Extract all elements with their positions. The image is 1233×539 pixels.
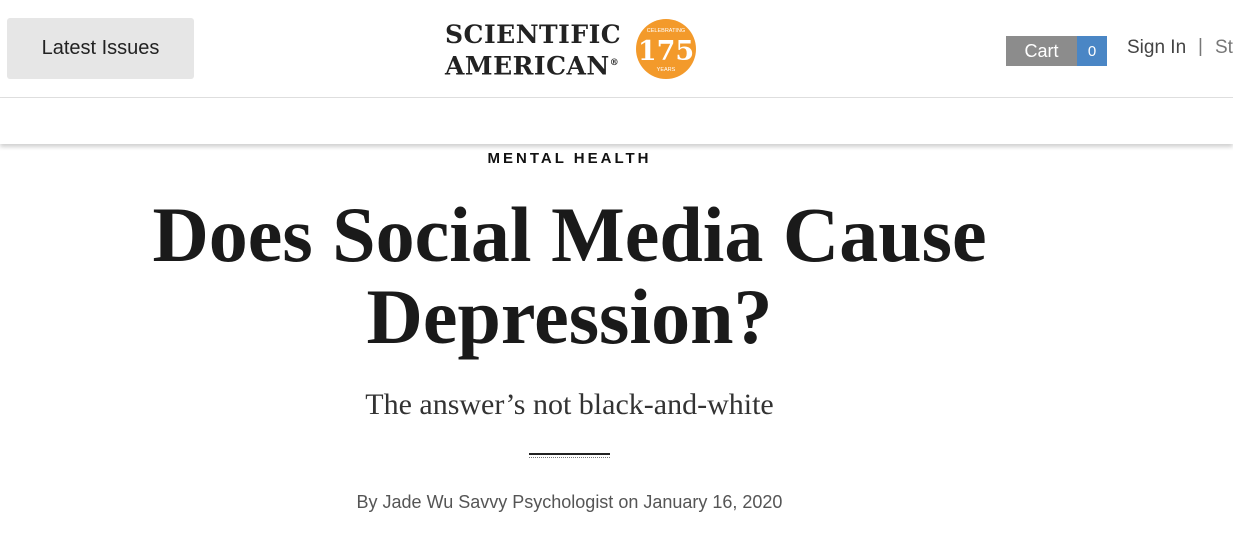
site-header: Latest Issues SCIENTIFIC AMERICAN® CELEB… — [0, 0, 1233, 98]
logo-wordmark: SCIENTIFIC AMERICAN® — [445, 20, 621, 80]
badge-number: 175 — [638, 36, 694, 67]
sign-in-link[interactable]: Sign In — [1127, 37, 1186, 59]
cart-count-badge: 0 — [1077, 36, 1107, 66]
article-byline: By Jade Wu Savvy Psychologist on January… — [356, 492, 783, 512]
subscribe-link[interactable]: St — [1215, 37, 1233, 59]
badge-top-text: CELEBRATING — [647, 28, 685, 34]
article-kicker[interactable]: MENTAL HEALTH — [0, 150, 1139, 167]
article-headline: Does Social Media Cause Depression? — [152, 191, 987, 360]
cart-label: Cart — [1006, 36, 1077, 66]
article-dek: The answer’s not black-and-white — [365, 388, 774, 421]
nav-bar — [0, 98, 1233, 144]
logo-line-2: AMERICAN® — [445, 51, 620, 81]
divider-rule — [529, 453, 610, 458]
cart-button[interactable]: Cart 0 — [1006, 36, 1107, 66]
logo-line-1: SCIENTIFIC — [445, 20, 622, 49]
badge-bottom-text: YEARS — [657, 67, 676, 73]
latest-issues-button[interactable]: Latest Issues — [7, 18, 194, 79]
anniversary-badge-icon: CELEBRATING 175 YEARS — [636, 19, 696, 79]
header-separator: | — [1198, 36, 1203, 57]
